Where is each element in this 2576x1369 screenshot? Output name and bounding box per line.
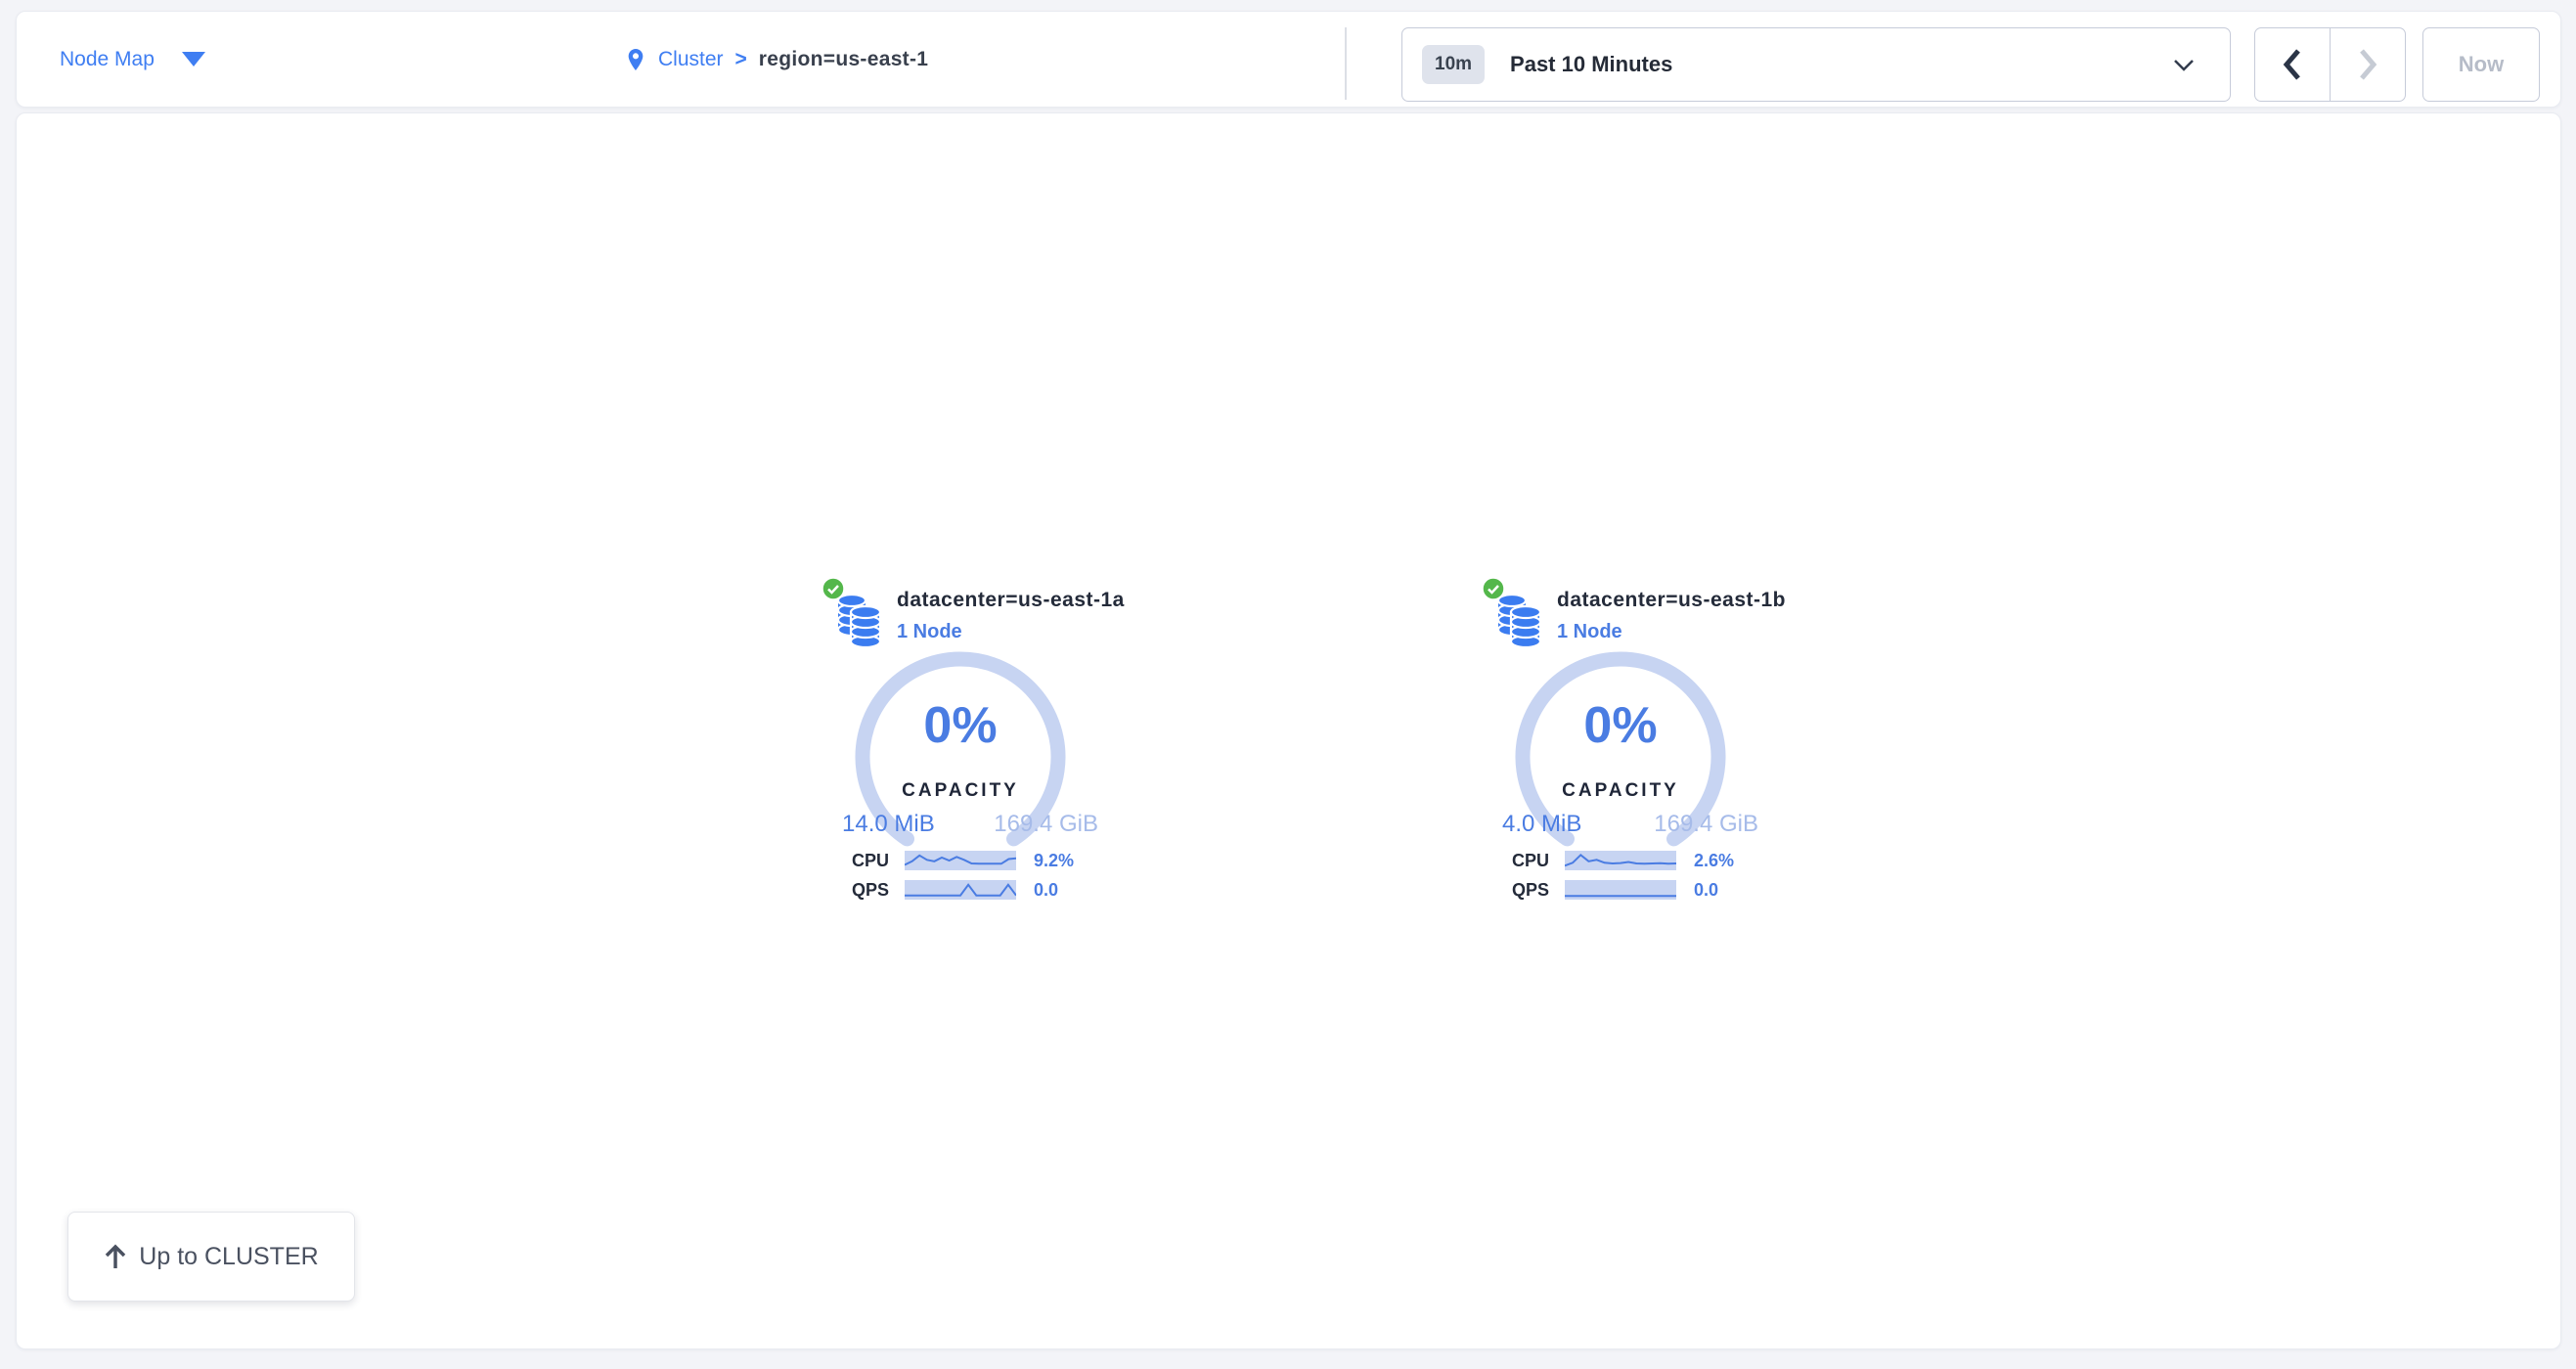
capacity-values: 4.0 MiB 169.4 GiB: [1502, 811, 1758, 838]
cpu-metric-row: CPU 2.6%: [1481, 849, 1774, 872]
cpu-label: CPU: [821, 851, 889, 871]
up-to-cluster-label: Up to CLUSTER: [139, 1243, 318, 1271]
cpu-label: CPU: [1481, 851, 1549, 871]
datacenter-title: datacenter=us-east-1a: [897, 589, 1125, 612]
view-switcher-dropdown[interactable]: Node Map: [60, 12, 205, 107]
cpu-value: 2.6%: [1694, 851, 1734, 871]
time-step-forward-button[interactable]: [2331, 28, 2405, 101]
location-pin-icon: [625, 45, 646, 74]
cpu-sparkline: [1565, 851, 1676, 870]
datacenter-node-count[interactable]: 1 Node: [897, 621, 962, 643]
view-switcher-label: Node Map: [60, 48, 155, 71]
qps-value: 0.0: [1034, 880, 1058, 901]
arrow-up-icon: [104, 1243, 127, 1270]
chevron-down-icon: [2173, 59, 2195, 71]
qps-sparkline: [1565, 880, 1676, 900]
qps-value: 0.0: [1694, 880, 1718, 901]
datacenter-title: datacenter=us-east-1b: [1557, 589, 1786, 612]
qps-label: QPS: [1481, 880, 1549, 901]
breadcrumb-separator: >: [735, 48, 747, 71]
caret-down-icon: [182, 52, 205, 66]
chevron-left-icon: [2282, 47, 2303, 82]
capacity-used: 4.0 MiB: [1502, 811, 1581, 838]
capacity-values: 14.0 MiB 169.4 GiB: [842, 811, 1098, 838]
capacity-used: 14.0 MiB: [842, 811, 935, 838]
capacity-total: 169.4 GiB: [1654, 811, 1758, 838]
capacity-percent: 0%: [848, 696, 1073, 755]
datacenter-card-us-east-1a[interactable]: datacenter=us-east-1a 1 Node 0% CAPACITY…: [821, 573, 1124, 930]
database-stack-icon: [1495, 591, 1542, 647]
chevron-right-icon: [2357, 47, 2378, 82]
up-to-cluster-button[interactable]: Up to CLUSTER: [67, 1212, 355, 1302]
cpu-metric-row: CPU 9.2%: [821, 849, 1114, 872]
time-range-badge: 10m: [1422, 45, 1485, 84]
capacity-label: CAPACITY: [848, 780, 1073, 802]
qps-metric-row: QPS 0.0: [821, 878, 1114, 902]
cpu-sparkline: [905, 851, 1016, 870]
breadcrumb-current: region=us-east-1: [759, 48, 928, 71]
cpu-value: 9.2%: [1034, 851, 1074, 871]
time-range-dropdown[interactable]: 10m Past 10 Minutes: [1401, 27, 2231, 102]
time-range-label: Past 10 Minutes: [1510, 52, 1672, 77]
time-step-back-button[interactable]: [2255, 28, 2331, 101]
header-divider: [1345, 27, 1347, 100]
now-button[interactable]: Now: [2422, 27, 2540, 102]
capacity-percent: 0%: [1508, 696, 1733, 755]
time-step-buttons: [2254, 27, 2406, 102]
breadcrumb: Cluster > region=us-east-1: [625, 12, 928, 107]
database-stack-icon: [835, 591, 882, 647]
capacity-label: CAPACITY: [1508, 780, 1733, 802]
datacenter-card-us-east-1b[interactable]: datacenter=us-east-1b 1 Node 0% CAPACITY…: [1481, 573, 1784, 930]
header-bar: Node Map Cluster > region=us-east-1 10m …: [16, 11, 2561, 108]
qps-metric-row: QPS 0.0: [1481, 878, 1774, 902]
qps-sparkline: [905, 880, 1016, 900]
node-map-canvas: datacenter=us-east-1a 1 Node 0% CAPACITY…: [16, 112, 2561, 1349]
node-map-screen: Node Map Cluster > region=us-east-1 10m …: [0, 0, 2576, 1369]
datacenter-node-count[interactable]: 1 Node: [1557, 621, 1622, 643]
capacity-total: 169.4 GiB: [994, 811, 1098, 838]
qps-label: QPS: [821, 880, 889, 901]
breadcrumb-link-cluster[interactable]: Cluster: [658, 48, 724, 71]
